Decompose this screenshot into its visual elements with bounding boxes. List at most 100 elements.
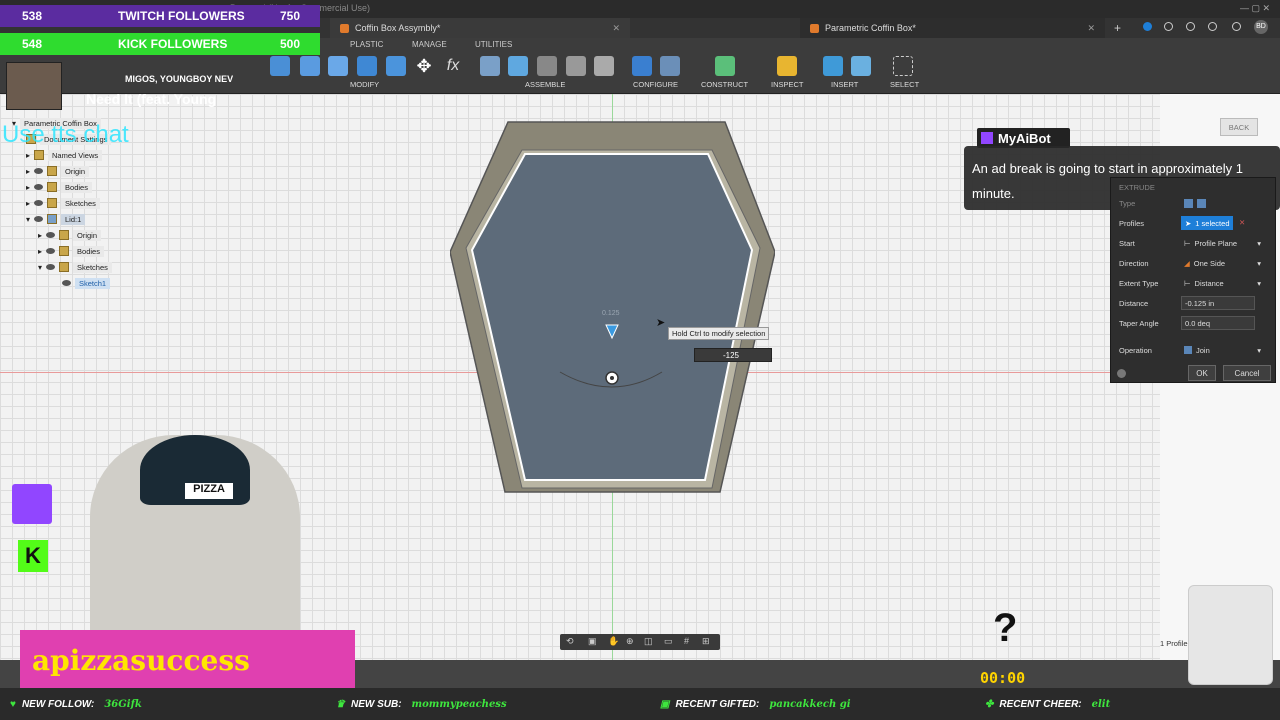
ticker-recent-gifted: ▣ RECENT GIFTED: pancakkech gi xyxy=(660,690,960,718)
extent-type-dropdown[interactable]: ⊢ Distance ▾ xyxy=(1181,276,1267,290)
group-configure[interactable]: CONFIGURE xyxy=(633,80,678,89)
as-built-joint-icon[interactable] xyxy=(537,56,557,76)
combine-icon[interactable] xyxy=(386,56,406,76)
browser-item-named-views[interactable]: ▸ Named Views xyxy=(26,148,103,162)
group-modify[interactable]: MODIFY xyxy=(350,80,379,89)
configure-icon[interactable] xyxy=(632,56,652,76)
group-inspect[interactable]: INSPECT xyxy=(771,80,804,89)
start-dropdown[interactable]: ⊢ Profile Plane ▾ xyxy=(1181,236,1267,250)
visibility-eye-icon[interactable] xyxy=(46,264,56,270)
coffin-profile-face[interactable] xyxy=(470,153,754,481)
visibility-eye-icon[interactable] xyxy=(46,248,56,254)
chevron-right-icon[interactable]: ▸ xyxy=(38,247,42,256)
browser-item-label: Origin xyxy=(61,165,90,177)
coffin-model[interactable]: 0.125 xyxy=(450,120,775,495)
viewports-icon[interactable]: ⊞ xyxy=(702,636,710,647)
thin-extrude-icon[interactable] xyxy=(1197,198,1206,208)
chevron-right-icon[interactable]: ▸ xyxy=(26,199,30,208)
operation-value: Join xyxy=(1196,345,1210,355)
grid-icon[interactable]: # xyxy=(684,636,689,646)
chevron-right-icon[interactable]: ▸ xyxy=(26,151,30,160)
extensions-icon[interactable] xyxy=(1164,22,1173,31)
avatar[interactable]: BD xyxy=(1254,20,1268,34)
orbit-icon[interactable]: ⟲ xyxy=(566,636,574,647)
ticker-value: mommypeachess xyxy=(411,698,507,710)
chevron-right-icon[interactable]: ▸ xyxy=(38,231,42,240)
browser-item-bodies[interactable]: ▸ Bodies xyxy=(26,180,92,194)
offset-plane-icon[interactable] xyxy=(715,56,735,76)
chevron-down-icon[interactable]: ▾ xyxy=(26,215,30,224)
select-icon[interactable] xyxy=(893,56,913,76)
ticker-value: 36Gifk xyxy=(104,698,142,710)
browser-item-sketch1[interactable]: Sketch1 xyxy=(62,276,111,290)
visibility-eye-icon[interactable] xyxy=(34,200,44,206)
group-construct[interactable]: CONSTRUCT xyxy=(701,80,748,89)
info-icon[interactable] xyxy=(1117,369,1126,378)
joint-origin-icon[interactable] xyxy=(566,56,586,76)
new-tab-icon[interactable]: + xyxy=(1114,21,1121,35)
rigid-group-icon[interactable] xyxy=(594,56,614,76)
chevron-down-icon[interactable]: ▾ xyxy=(38,263,42,272)
browser-item-lid-origin[interactable]: ▸ Origin xyxy=(38,228,102,242)
profile-plane-icon: ⊢ xyxy=(1184,238,1191,248)
clear-selection-icon[interactable]: ✕ xyxy=(1239,218,1245,227)
browser-item-lid-sketches[interactable]: ▾ Sketches xyxy=(38,260,112,274)
operation-dropdown[interactable]: Join ▾ xyxy=(1181,343,1267,357)
group-select[interactable]: SELECT xyxy=(890,80,919,89)
extrude-type-icon[interactable] xyxy=(1184,198,1193,208)
settings-icon[interactable] xyxy=(1232,22,1241,31)
distance-input[interactable]: -125 xyxy=(694,348,772,362)
tab-utilities[interactable]: UTILITIES xyxy=(475,40,512,49)
browser-item-lid[interactable]: ▾ Lid:1 xyxy=(26,212,86,226)
cancel-button[interactable]: Cancel xyxy=(1223,365,1271,381)
heart-icon: ♥ xyxy=(10,698,16,710)
help-icon[interactable] xyxy=(1208,22,1217,31)
visibility-eye-icon[interactable] xyxy=(62,280,71,286)
measure-icon[interactable] xyxy=(777,56,797,76)
pan-icon[interactable]: ✋ xyxy=(608,636,619,647)
tab-manage[interactable]: MANAGE xyxy=(412,40,447,49)
tab-coffin-box-assembly[interactable]: Coffin Box Assymbly* ✕ xyxy=(330,18,630,38)
distance-field[interactable]: -0.125 in xyxy=(1181,296,1255,310)
move-icon[interactable]: ✥ xyxy=(414,56,434,76)
browser-item-lid-bodies[interactable]: ▸ Bodies xyxy=(38,244,104,258)
ok-button[interactable]: OK xyxy=(1188,365,1216,381)
window-controls[interactable]: — ▢ ✕ xyxy=(1240,3,1270,14)
joint-icon[interactable] xyxy=(508,56,528,76)
profiles-selector[interactable]: ➤ 1 selected xyxy=(1181,216,1233,230)
crown-icon: ♛ xyxy=(336,698,345,710)
press-pull-icon[interactable] xyxy=(270,56,290,76)
visibility-eye-icon[interactable] xyxy=(34,168,44,174)
zoom-icon[interactable]: ⊕ xyxy=(626,636,634,647)
chevron-right-icon[interactable]: ▸ xyxy=(26,183,30,192)
visibility-eye-icon[interactable] xyxy=(34,216,44,222)
insert-derive-icon[interactable] xyxy=(823,56,843,76)
look-at-icon[interactable]: ▣ xyxy=(588,636,597,647)
type-selector[interactable] xyxy=(1181,196,1267,210)
display-settings-icon[interactable]: ▭ xyxy=(664,636,673,647)
parameters-icon[interactable]: fx xyxy=(443,56,463,76)
direction-dropdown[interactable]: ◢ One Side ▾ xyxy=(1181,256,1267,270)
table-icon[interactable] xyxy=(660,56,680,76)
viewcube-back-face[interactable]: BACK xyxy=(1220,118,1258,136)
visibility-eye-icon[interactable] xyxy=(34,184,44,190)
browser-item-origin[interactable]: ▸ Origin xyxy=(26,164,90,178)
new-component-icon[interactable] xyxy=(480,56,500,76)
group-insert[interactable]: INSERT xyxy=(831,80,858,89)
group-assemble[interactable]: ASSEMBLE xyxy=(525,80,565,89)
fit-icon[interactable]: ◫ xyxy=(644,636,653,647)
job-status-icon[interactable] xyxy=(1143,22,1152,31)
visibility-eye-icon[interactable] xyxy=(46,232,56,238)
close-tab-icon[interactable]: ✕ xyxy=(612,23,620,34)
chevron-right-icon[interactable]: ▸ xyxy=(26,167,30,176)
fillet-icon[interactable] xyxy=(300,56,320,76)
notifications-icon[interactable] xyxy=(1186,22,1195,31)
tab-plastic[interactable]: PLASTIC xyxy=(350,40,383,49)
chamfer-icon[interactable] xyxy=(328,56,348,76)
browser-item-sketches[interactable]: ▸ Sketches xyxy=(26,196,100,210)
insert-canvas-icon[interactable] xyxy=(851,56,871,76)
taper-angle-field[interactable]: 0.0 deq xyxy=(1181,316,1255,330)
close-tab-icon[interactable]: ✕ xyxy=(1087,23,1095,34)
shell-icon[interactable] xyxy=(357,56,377,76)
tab-parametric-coffin-box[interactable]: Parametric Coffin Box* ✕ xyxy=(800,18,1105,38)
